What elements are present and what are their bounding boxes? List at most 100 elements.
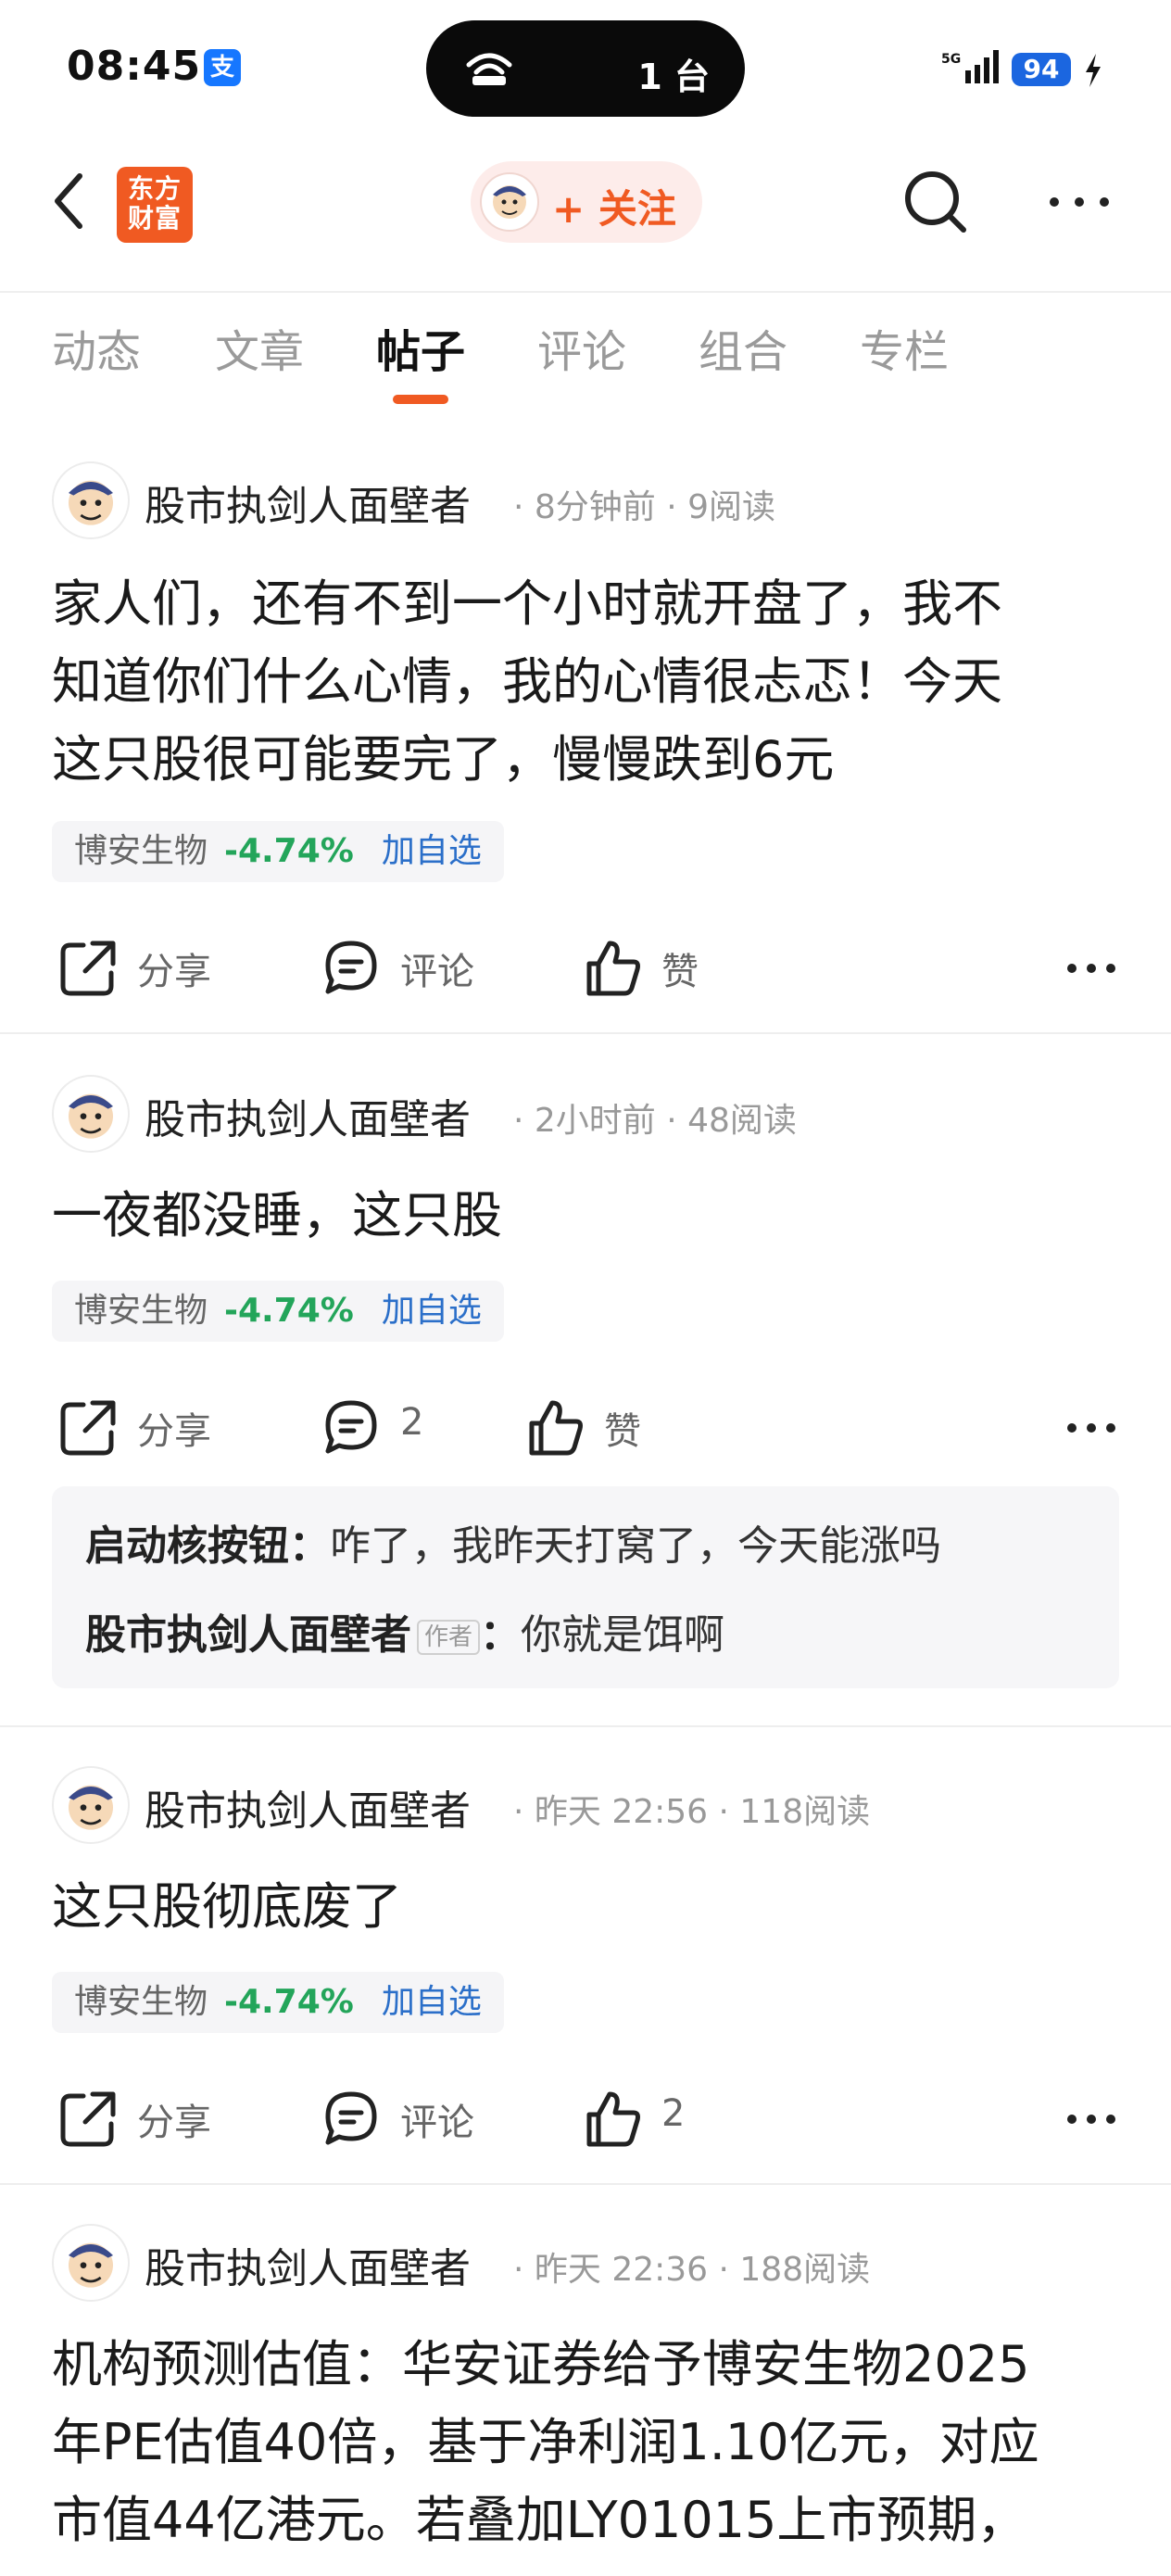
post-text[interactable]: 家人们，还有不到一个小时就开盘了，我不 知道你们什么心情，我的心情很忐忑！今天 …: [52, 565, 1127, 799]
stock-chip[interactable]: 博安生物 -4.74% 加自选: [52, 1972, 504, 2033]
comment-icon: [325, 2091, 377, 2145]
post-divider: [0, 1032, 1171, 1034]
thumbs-up-icon: [586, 2091, 640, 2147]
share-icon: [60, 1400, 116, 1456]
status-bar: 08:45 支 1 台 5G 94: [0, 0, 1171, 139]
back-arrow-icon[interactable]: [48, 169, 104, 234]
post-text-line: 市值44亿港元。若叠加LY01015上市预期，: [52, 2491, 1027, 2549]
signal-icon: 5G: [941, 50, 999, 83]
tab-dynamics[interactable]: 动态: [52, 315, 141, 380]
nav-bar: 东方 财富 + 关注: [0, 139, 1171, 293]
author-name[interactable]: 股市执剑人面壁者: [145, 2235, 471, 2294]
comment-text: 咋了，我昨天打窝了，今天能涨吗: [330, 1522, 941, 1570]
post-text-line: 知道你们什么心情，我的心情很忐忑！今天: [52, 652, 1002, 711]
tab-posts[interactable]: 帖子: [376, 315, 465, 380]
post-divider: [0, 1725, 1171, 1727]
post-meta: · 8分钟前 · 9阅读: [513, 488, 776, 526]
comment-sep: ：: [480, 1611, 522, 1659]
comment-icon: [325, 1400, 377, 1454]
post-actions: 分享 评论 2: [0, 2079, 1171, 2153]
device-count: 1 台: [637, 57, 710, 97]
avatar-cartoon-icon: [69, 2242, 113, 2288]
thumbs-up-icon: [529, 1400, 583, 1456]
author-name[interactable]: 股市执剑人面壁者: [145, 1777, 471, 1837]
stock-chip[interactable]: 博安生物 -4.74% 加自选: [52, 1281, 504, 1342]
author-name[interactable]: 股市执剑人面壁者: [145, 1086, 471, 1145]
avatar-cartoon-icon: [69, 480, 113, 525]
nav-divider: [0, 291, 1171, 293]
post-meta: · 昨天 22:56 · 118阅读: [513, 1793, 871, 1831]
comment-item[interactable]: 启动核按钮：咋了，我昨天打窝了，今天能涨吗: [85, 1512, 941, 1572]
like-label: 赞: [661, 951, 699, 993]
thumbs-up-icon: [586, 941, 640, 996]
author-name[interactable]: 股市执剑人面壁者: [145, 473, 471, 532]
stock-change: -4.74%: [224, 832, 354, 870]
user-avatar: [480, 172, 539, 232]
post-text-line: 机构预测估值：华安证券给予博安生物2025: [52, 2335, 1030, 2393]
post-text-line: 这只股很可能要完了，慢慢跌到6元: [52, 730, 835, 789]
share-icon: [60, 941, 116, 996]
follow-button[interactable]: + 关注: [471, 161, 702, 243]
dynamic-island[interactable]: 1 台: [426, 20, 745, 117]
post-text-line: 年PE估值40倍，基于净利润1.10亿元，对应: [52, 2413, 1039, 2471]
app-logo: 东方 财富: [117, 167, 193, 243]
charging-icon: [1086, 54, 1101, 87]
share-icon: [60, 2091, 116, 2147]
active-tab-indicator: [393, 395, 448, 404]
comment-sep: ：: [289, 1522, 330, 1570]
tab-columns[interactable]: 专栏: [860, 315, 949, 380]
tab-articles[interactable]: 文章: [215, 315, 304, 380]
comment-user[interactable]: 启动核按钮: [85, 1522, 289, 1570]
author-avatar[interactable]: [52, 1075, 130, 1153]
more-options-icon[interactable]: [1047, 195, 1112, 209]
author-avatar[interactable]: [52, 1766, 130, 1844]
post-meta: · 2小时前 · 48阅读: [513, 1102, 797, 1140]
post-text[interactable]: 一夜都没睡，这只股: [52, 1177, 1127, 1255]
logo-line-1: 东方: [127, 173, 182, 204]
post-text-line: 家人们，还有不到一个小时就开盘了，我不: [52, 575, 1002, 633]
add-watchlist-button[interactable]: 加自选: [382, 1972, 482, 2033]
post-divider: [0, 2183, 1171, 2185]
tab-portfolios[interactable]: 组合: [699, 315, 787, 380]
follow-label: + 关注: [552, 186, 676, 232]
comment-label: 评论: [400, 951, 474, 993]
post-text-line: 一夜都没睡，这只股: [52, 1186, 502, 1244]
status-time: 08:45: [67, 43, 202, 90]
avatar-cartoon-icon: [493, 185, 526, 219]
stock-name: 博安生物: [74, 832, 208, 870]
post-more-icon[interactable]: [1065, 2113, 1117, 2126]
stock-name: 博安生物: [74, 1292, 208, 1330]
cast-icon: [466, 53, 512, 85]
post-text[interactable]: 这只股彻底废了: [52, 1868, 1127, 1946]
post-meta: · 昨天 22:36 · 188阅读: [513, 2251, 871, 2289]
alipay-icon: 支: [204, 49, 241, 86]
share-label: 分享: [137, 951, 211, 993]
post-header: 股市执剑人面壁者 · 2小时前 · 48阅读: [52, 1075, 1117, 1153]
avatar-cartoon-icon: [69, 1785, 113, 1830]
share-label: 分享: [137, 2102, 211, 2144]
author-avatar[interactable]: [52, 461, 130, 539]
comment-icon: [325, 941, 377, 994]
post-text[interactable]: 机构预测估值：华安证券给予博安生物2025 年PE估值40倍，基于净利润1.10…: [52, 2326, 1127, 2576]
comment-preview[interactable]: 启动核按钮：咋了，我昨天打窝了，今天能涨吗 股市执剑人面壁者 作者 ：你就是饵啊: [52, 1486, 1119, 1688]
svg-text:5G: 5G: [941, 52, 961, 67]
post-more-icon[interactable]: [1065, 962, 1117, 975]
stock-chip[interactable]: 博安生物 -4.74% 加自选: [52, 821, 504, 882]
share-label: 分享: [137, 1410, 211, 1453]
stock-change: -4.74%: [224, 1983, 354, 2021]
battery-icon: 94: [1012, 53, 1071, 86]
tab-comments[interactable]: 评论: [537, 315, 626, 380]
post-more-icon[interactable]: [1065, 1421, 1117, 1434]
add-watchlist-button[interactable]: 加自选: [382, 821, 482, 882]
stock-name: 博安生物: [74, 1983, 208, 2021]
comment-user[interactable]: 股市执剑人面壁者: [85, 1611, 411, 1659]
stock-change: -4.74%: [224, 1292, 354, 1330]
search-icon[interactable]: [899, 165, 973, 239]
add-watchlist-button[interactable]: 加自选: [382, 1281, 482, 1342]
comment-label: 评论: [400, 2102, 474, 2144]
like-count: 2: [661, 2092, 686, 2135]
comment-item[interactable]: 股市执剑人面壁者 作者 ：你就是饵啊: [85, 1601, 724, 1661]
author-avatar[interactable]: [52, 2224, 130, 2302]
post-header: 股市执剑人面壁者 · 昨天 22:56 · 118阅读: [52, 1766, 1117, 1844]
profile-tabs: 动态 文章 帖子 评论 组合 专栏: [0, 315, 1171, 408]
